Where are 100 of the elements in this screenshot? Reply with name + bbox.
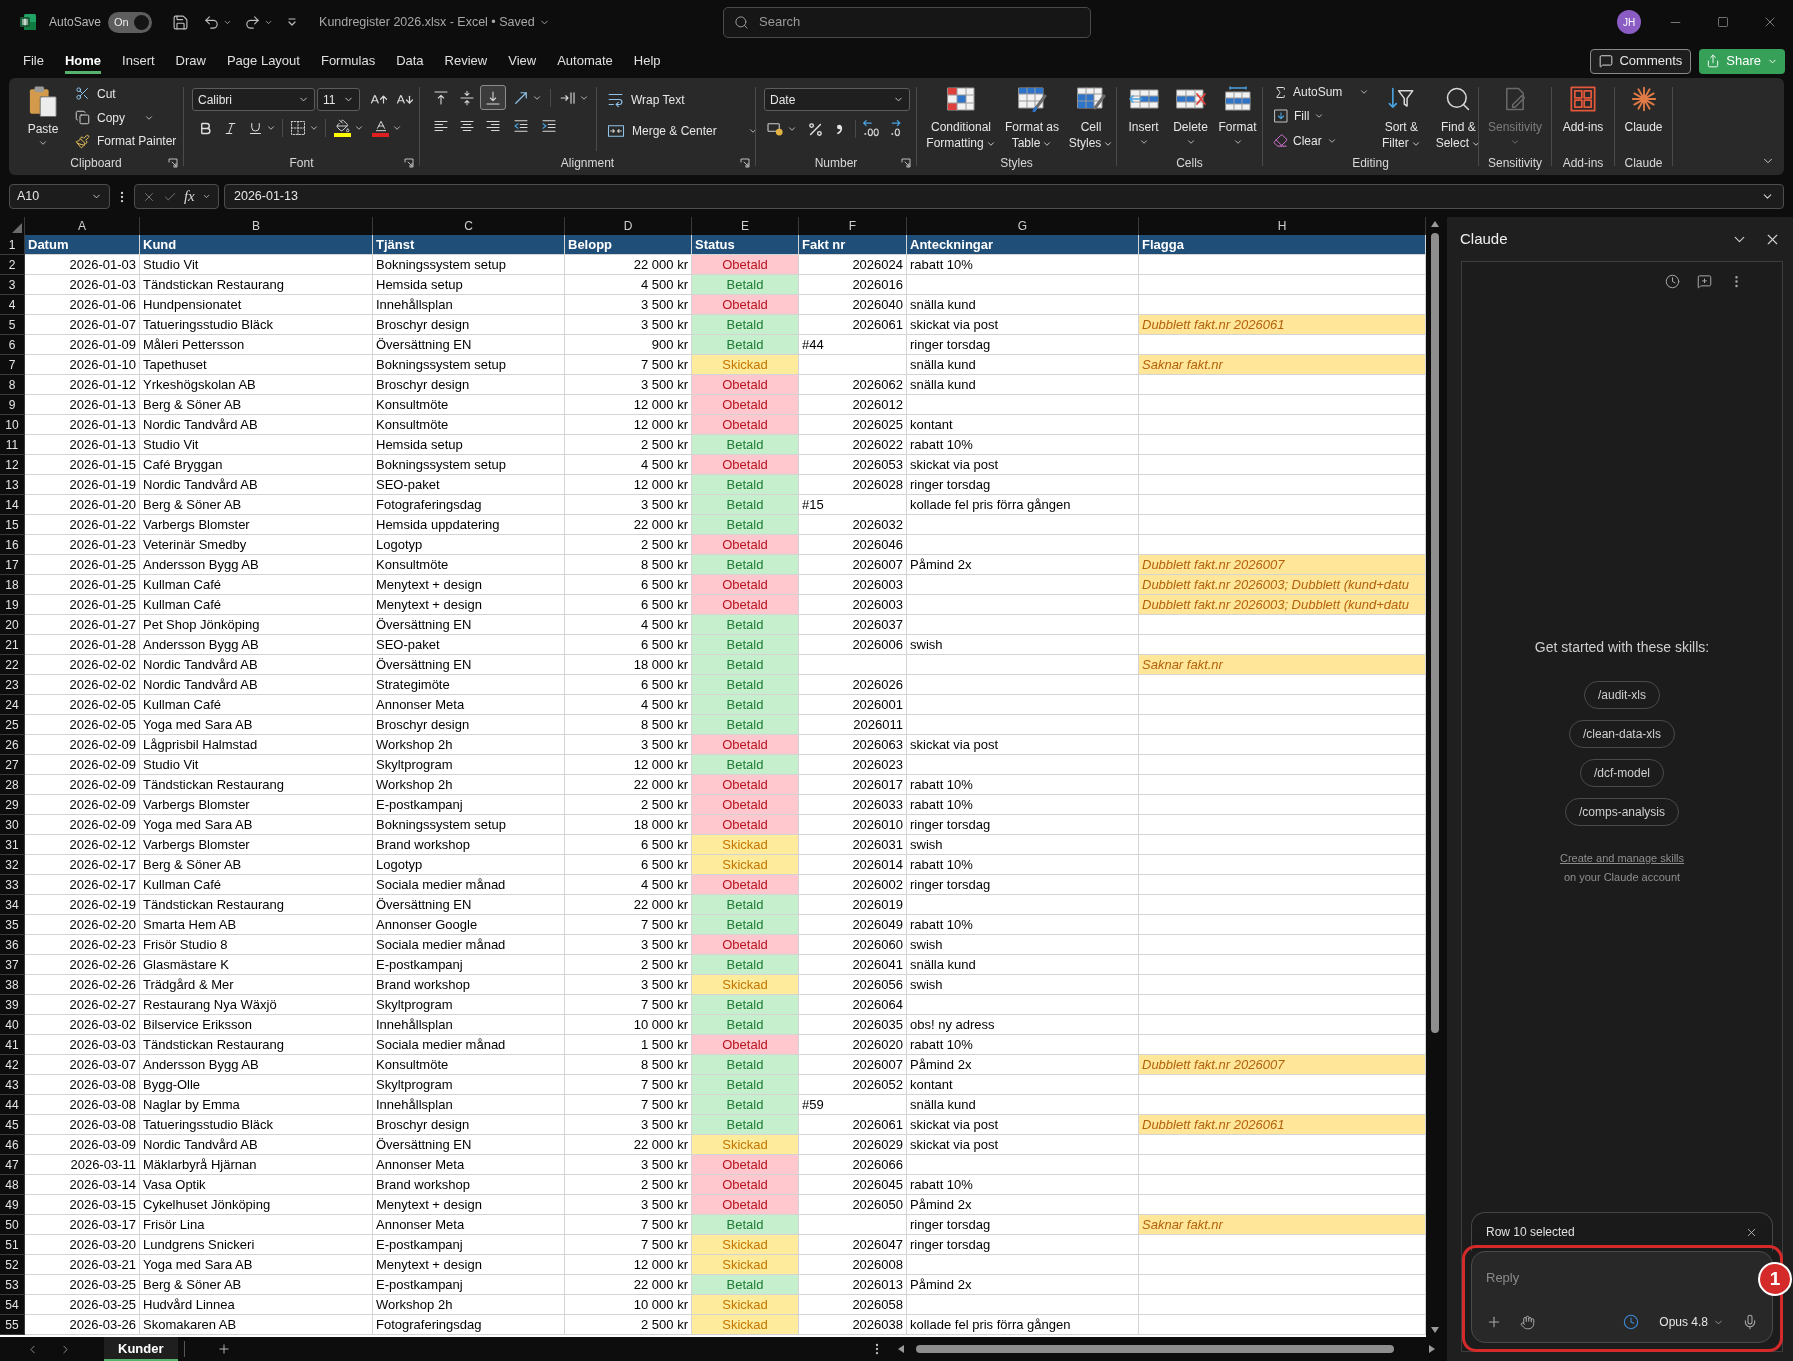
row-header[interactable]: 40: [0, 1015, 25, 1035]
cells-button[interactable]: Format: [1215, 78, 1260, 153]
microphone-icon[interactable]: [1742, 1314, 1758, 1330]
cells-button[interactable]: Delete: [1168, 78, 1213, 153]
scroll-left-icon[interactable]: [898, 1345, 904, 1353]
row-header[interactable]: 9: [0, 395, 25, 415]
wrap-text-button[interactable]: Wrap Text: [607, 87, 758, 112]
row-header[interactable]: 47: [0, 1155, 25, 1175]
scroll-up-icon[interactable]: [1430, 221, 1439, 227]
row-header[interactable]: 15: [0, 515, 25, 535]
find-select-button[interactable]: Find & Select: [1433, 78, 1484, 153]
increase-decimal-icon[interactable]: [862, 119, 882, 139]
redo-icon[interactable]: [244, 13, 262, 31]
borders-icon[interactable]: [290, 120, 306, 136]
insert-function-label[interactable]: fx: [183, 185, 195, 208]
row-header[interactable]: 32: [0, 855, 25, 875]
menu-tab[interactable]: Home: [64, 48, 102, 74]
cut-button[interactable]: Cut: [75, 82, 177, 106]
row-header[interactable]: 12: [0, 455, 25, 475]
money-icon[interactable]: [766, 120, 785, 138]
scrollbar-thumb[interactable]: [1430, 233, 1439, 1033]
merge-center-button[interactable]: Merge & Center: [607, 118, 758, 143]
comments-button[interactable]: Comments: [1590, 48, 1692, 74]
align-bottom-button[interactable]: [480, 85, 506, 110]
style-button[interactable]: Cell Styles: [1065, 78, 1117, 153]
hand-icon[interactable]: [1520, 1314, 1535, 1330]
row-header[interactable]: 25: [0, 715, 25, 735]
corner-triangle-icon[interactable]: [12, 223, 22, 233]
dialog-launcher-icon[interactable]: [404, 158, 414, 168]
user-avatar[interactable]: JH: [1617, 10, 1641, 34]
claude-button[interactable]: Claude: [1617, 78, 1670, 153]
row-header[interactable]: 37: [0, 955, 25, 975]
menu-tab[interactable]: Formulas: [320, 48, 376, 74]
row-header[interactable]: 34: [0, 895, 25, 915]
row-header[interactable]: 5: [0, 315, 25, 335]
row-header[interactable]: 20: [0, 615, 25, 635]
row-header[interactable]: 53: [0, 1275, 25, 1295]
decrease-indent-icon[interactable]: [512, 117, 530, 135]
fill-color-icon[interactable]: [334, 119, 351, 137]
search-field[interactable]: Search: [723, 6, 1091, 38]
menu-tab[interactable]: Review: [444, 48, 488, 74]
row-header[interactable]: 42: [0, 1055, 25, 1075]
autosave-toggle[interactable]: On: [108, 11, 153, 33]
addins-button[interactable]: Add-ins: [1555, 78, 1611, 153]
row-header[interactable]: 31: [0, 835, 25, 855]
row-header[interactable]: 30: [0, 815, 25, 835]
row-header[interactable]: 38: [0, 975, 25, 995]
formula-field[interactable]: 2026-01-13: [224, 184, 1784, 209]
reply-input[interactable]: Reply: [1486, 1266, 1758, 1288]
row-header[interactable]: 51: [0, 1235, 25, 1255]
autosum-button[interactable]: AutoSum: [1273, 80, 1370, 105]
style-button[interactable]: Conditional Formatting: [923, 78, 999, 153]
row-header[interactable]: 17: [0, 555, 25, 575]
row-header[interactable]: 44: [0, 1095, 25, 1115]
menu-tab[interactable]: Help: [633, 48, 661, 74]
italic-icon[interactable]: [223, 120, 238, 136]
menu-tab[interactable]: Page Layout: [226, 48, 300, 74]
bold-icon[interactable]: [198, 120, 213, 136]
row-header[interactable]: 43: [0, 1075, 25, 1095]
row-header[interactable]: 1: [0, 235, 25, 255]
row-header[interactable]: 45: [0, 1115, 25, 1135]
style-button[interactable]: Format as Table: [1001, 78, 1063, 153]
dialog-launcher-icon[interactable]: [168, 158, 178, 168]
font-name-dropdown[interactable]: Calibri: [192, 88, 315, 111]
sort-filter-button[interactable]: Sort & Filter: [1377, 78, 1426, 153]
format-painter-button[interactable]: Format Painter: [75, 129, 177, 153]
row-header[interactable]: 48: [0, 1175, 25, 1195]
menu-tab[interactable]: Draw: [175, 48, 206, 74]
row-header[interactable]: 26: [0, 735, 25, 755]
row-header[interactable]: 54: [0, 1295, 25, 1315]
underline-icon[interactable]: [248, 120, 263, 136]
scrollbar-thumb[interactable]: [916, 1345, 1394, 1353]
manage-skills-link[interactable]: Create and manage skills: [1559, 850, 1685, 867]
sheet-tab[interactable]: Kunder: [104, 1337, 178, 1361]
row-header[interactable]: 39: [0, 995, 25, 1015]
row-header[interactable]: 3: [0, 275, 25, 295]
row-header[interactable]: 27: [0, 755, 25, 775]
row-header[interactable]: 50: [0, 1215, 25, 1235]
row-header[interactable]: 16: [0, 535, 25, 555]
row-header[interactable]: 49: [0, 1195, 25, 1215]
row-header[interactable]: 4: [0, 295, 25, 315]
row-header[interactable]: 35: [0, 915, 25, 935]
row-header[interactable]: 10: [0, 415, 25, 435]
row-header[interactable]: 6: [0, 335, 25, 355]
row-header[interactable]: 18: [0, 575, 25, 595]
cells-button[interactable]: Insert: [1121, 78, 1166, 153]
copy-button[interactable]: Copy: [75, 105, 177, 130]
menu-tab[interactable]: View: [508, 48, 537, 74]
maximize-icon[interactable]: [1716, 16, 1729, 28]
row-header[interactable]: 36: [0, 935, 25, 955]
row-header[interactable]: 11: [0, 435, 25, 455]
row-header[interactable]: 52: [0, 1255, 25, 1275]
row-header[interactable]: 13: [0, 475, 25, 495]
row-header[interactable]: 22: [0, 655, 25, 675]
font-color-icon[interactable]: [372, 119, 389, 137]
row-header[interactable]: 7: [0, 355, 25, 375]
plus-icon[interactable]: [1486, 1314, 1502, 1330]
row-header[interactable]: 33: [0, 875, 25, 895]
row-header[interactable]: 21: [0, 635, 25, 655]
menu-tab[interactable]: Automate: [557, 48, 613, 74]
